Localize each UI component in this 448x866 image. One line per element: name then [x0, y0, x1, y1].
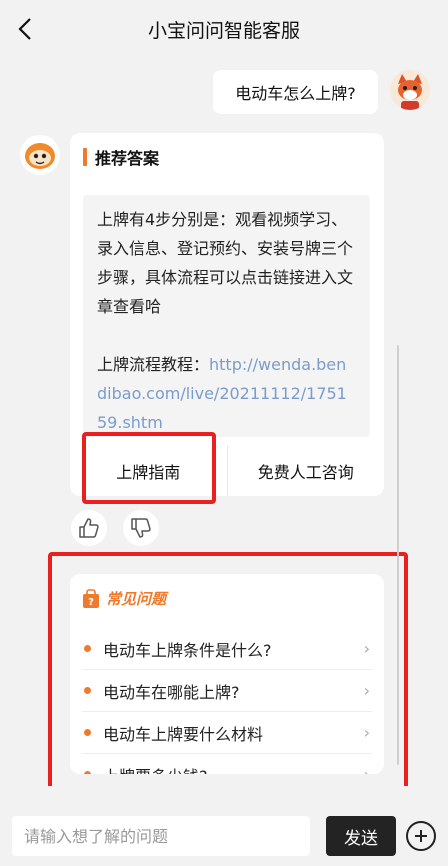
- scrollbar[interactable]: [397, 345, 399, 765]
- answer-content: 上牌有4步分别是：观看视频学习、录入信息、登记预约、安装号牌三个步骤，具体流程可…: [83, 195, 370, 437]
- plus-icon: [415, 830, 427, 842]
- highlight-box-faq: [48, 552, 408, 804]
- plus-button[interactable]: [406, 821, 436, 851]
- answer-body: 上牌有4步分别是：观看视频学习、录入信息、登记预约、安装号牌三个步骤，具体流程可…: [97, 210, 354, 316]
- answer-header: 推荐答案: [83, 145, 159, 169]
- dislike-button[interactable]: [123, 510, 159, 546]
- free-consult-button[interactable]: 免费人工咨询: [226, 446, 385, 496]
- input-bar: 发送: [0, 786, 448, 866]
- page-title: 小宝问问智能客服: [147, 20, 300, 42]
- answer-link-line: 上牌流程教程：http://wenda.bendibao.com/live/20…: [97, 350, 356, 437]
- thumbs-up-icon: [79, 518, 99, 538]
- user-message-bubble: 电动车怎么上牌?: [213, 70, 378, 114]
- accent-bar: [83, 148, 87, 166]
- thumbs-down-icon: [131, 518, 151, 538]
- header: 小宝问问智能客服: [0, 0, 448, 58]
- send-button[interactable]: 发送: [326, 816, 396, 856]
- link-label: 上牌流程教程：: [97, 355, 210, 374]
- highlight-box-guide: [82, 432, 216, 504]
- bot-avatar: [20, 135, 60, 175]
- user-avatar: [390, 70, 430, 110]
- question-input[interactable]: [12, 816, 310, 856]
- like-button[interactable]: [71, 510, 107, 546]
- answer-title: 推荐答案: [95, 149, 160, 168]
